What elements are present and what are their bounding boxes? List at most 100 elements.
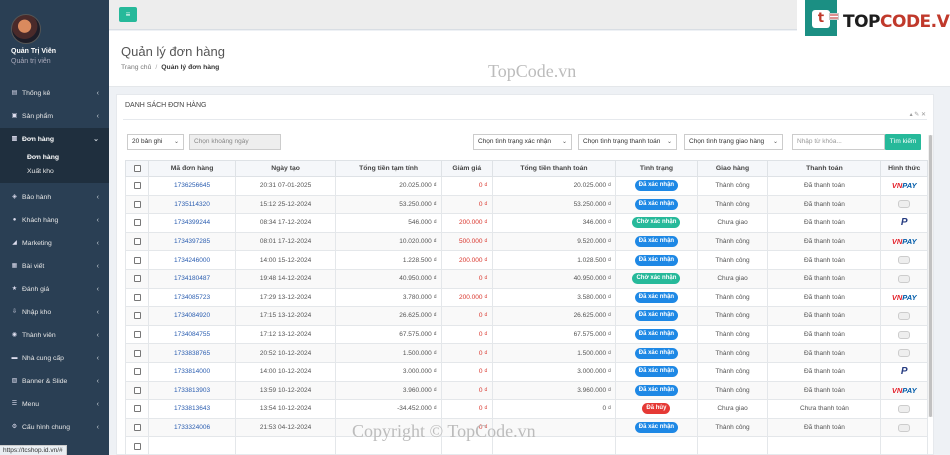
row-checkbox[interactable] [133, 423, 141, 431]
order-code-link[interactable]: 1734084920 [148, 306, 236, 326]
column-header[interactable]: Giao hàng [696, 160, 769, 177]
column-header[interactable]: Giảm giá [440, 160, 493, 177]
order-code-link[interactable]: 1733838765 [148, 343, 236, 363]
row-select-cell [124, 399, 150, 419]
sidebar-item[interactable]: ▥ Đơn hàng ⌄ [0, 128, 109, 151]
scrollbar-thumb[interactable] [929, 135, 932, 417]
sidebar-item[interactable]: ▦ Bài viết ‹ [0, 255, 109, 278]
table-row[interactable]: 1733324006 21:53 04-12-2024 0 ₫ Đã xác nhận… [124, 417, 928, 438]
row-checkbox[interactable] [133, 349, 141, 357]
row-checkbox[interactable] [133, 237, 141, 245]
column-header[interactable]: Hình thức [880, 160, 928, 177]
sidebar-item[interactable]: ☰ Menu ‹ [0, 393, 109, 416]
table-row[interactable]: 1734246000 14:00 15-12-2024 1.228.500 ₫ 200… [124, 250, 928, 270]
order-code-link[interactable]: 1733813643 [148, 399, 236, 419]
per-page-select[interactable]: 20 bản ghi ⌄ [127, 134, 184, 150]
row-checkbox[interactable] [133, 219, 141, 227]
order-code-link[interactable]: 1734246000 [148, 250, 236, 270]
order-code-link[interactable]: 1734397285 [148, 231, 236, 252]
order-code-link[interactable]: 1736256645 [148, 176, 236, 196]
row-checkbox[interactable] [133, 293, 141, 301]
table-row[interactable]: 1733814000 14:00 10-12-2024 3.000.000 ₫ 0 ₫… [124, 361, 928, 382]
menu-toggle-button[interactable]: ≡ [119, 7, 137, 22]
table-row[interactable] [124, 436, 928, 455]
table-row[interactable]: 1734085723 17:29 13-12-2024 3.780.000 ₫ 200… [124, 287, 928, 308]
order-code-link[interactable]: 1734399244 [148, 213, 236, 233]
status-badge[interactable]: Đã xác nhận [634, 422, 679, 434]
order-code-link[interactable]: 1733814000 [148, 361, 236, 382]
sidebar-item[interactable]: ▬ Nhà cung cấp ‹ [0, 347, 109, 370]
sidebar-item[interactable]: ▧ Banner & Slide ‹ [0, 370, 109, 393]
order-code-link[interactable] [148, 436, 236, 455]
table-row[interactable]: 1736256645 20:31 07-01-2025 20.025.000 ₫ 0 … [124, 176, 928, 196]
column-header[interactable]: Thanh toán [767, 160, 882, 177]
keyword-search-input[interactable]: Nhập từ khóa... [792, 134, 885, 150]
confirm-status-select[interactable]: Chọn tình trạng xác nhận ⌄ [473, 134, 572, 150]
sidebar-item[interactable]: ⚙ Cấu hình chung ‹ [0, 416, 109, 439]
status-badge[interactable]: Đã xác nhận [634, 384, 679, 396]
status-badge[interactable]: Đã hủy [642, 403, 671, 415]
order-code-link[interactable]: 1733813903 [148, 380, 236, 401]
scrollbar[interactable] [928, 135, 933, 417]
row-checkbox[interactable] [133, 405, 141, 413]
submenu-item[interactable]: Xuất kho [0, 165, 109, 179]
status-badge[interactable]: Đã xác nhận [634, 254, 679, 266]
status-badge[interactable]: Đã xác nhận [634, 198, 679, 210]
order-code-link[interactable]: 1735114320 [148, 194, 236, 215]
column-header[interactable]: Ngày tạo [234, 160, 337, 177]
row-checkbox[interactable] [133, 275, 141, 283]
status-badge[interactable]: Đã xác nhận [634, 180, 679, 192]
search-button[interactable]: Tìm kiếm [885, 134, 921, 150]
table-row[interactable]: 1735114320 15:12 25-12-2024 53.250.000 ₫ 0 … [124, 194, 928, 215]
table-row[interactable]: 1733813643 13:54 10-12-2024 -34.452.000 ₫ 0… [124, 399, 928, 419]
sidebar-item[interactable]: ◈ Bảo hành ‹ [0, 186, 109, 209]
status-badge[interactable]: Chờ xác nhận [632, 273, 681, 285]
order-code-link[interactable]: 1734085723 [148, 287, 236, 308]
table-row[interactable]: 1733838765 20:52 10-12-2024 1.500.000 ₫ 0 ₫… [124, 343, 928, 363]
row-checkbox[interactable] [133, 386, 141, 394]
breadcrumb-home[interactable]: Trang chủ [121, 64, 151, 71]
row-checkbox[interactable] [133, 200, 141, 208]
status-badge[interactable]: Đã xác nhận [634, 329, 679, 341]
row-checkbox[interactable] [133, 312, 141, 320]
table-row[interactable]: 1733813903 13:59 10-12-2024 3.960.000 ₫ 0 ₫… [124, 380, 928, 401]
sidebar-item[interactable]: ◉ Thành viên ‹ [0, 324, 109, 347]
order-code-link[interactable]: 1734180487 [148, 268, 236, 289]
sidebar-item[interactable]: ▤ Thống kê ‹ [0, 82, 109, 105]
column-header[interactable]: Tổng tiền thanh toán [491, 160, 617, 177]
flag-icon[interactable] [829, 13, 839, 20]
sidebar-item[interactable]: ★ Đánh giá ‹ [0, 278, 109, 301]
row-checkbox[interactable] [133, 256, 141, 264]
table-row[interactable]: 1734399244 08:34 17-12-2024 546.000 ₫ 200.0… [124, 213, 928, 233]
column-header[interactable]: Tổng tiền tạm tính [335, 160, 442, 177]
date-range-input[interactable]: Chọn khoảng ngày [189, 134, 281, 150]
order-code-link[interactable]: 1734084755 [148, 324, 236, 345]
delivery-status-select[interactable]: Chọn tình trạng giao hàng ⌄ [684, 134, 783, 150]
column-header[interactable]: Mã đơn hàng [148, 160, 236, 177]
row-checkbox[interactable] [133, 368, 141, 376]
status-badge[interactable]: Đã xác nhận [634, 347, 679, 359]
sidebar-item[interactable]: ⇩ Nhập kho ‹ [0, 301, 109, 324]
table-row[interactable]: 1734180487 19:48 14-12-2024 40.950.000 ₫ 0 … [124, 268, 928, 289]
table-row[interactable]: 1734397285 08:01 17-12-2024 10.020.000 ₫ 50… [124, 231, 928, 252]
status-badge[interactable]: Đã xác nhận [634, 366, 679, 378]
status-badge[interactable]: Chờ xác nhận [632, 217, 681, 229]
panel-tools[interactable]: ▴ ✎ ✕ [910, 111, 926, 118]
row-checkbox[interactable] [133, 442, 141, 450]
sidebar-item[interactable]: ● Khách hàng ‹ [0, 209, 109, 232]
table-row[interactable]: 1734084755 17:12 13-12-2024 67.575.000 ₫ 0 … [124, 324, 928, 345]
column-header[interactable]: Tình trạng [615, 160, 698, 177]
row-checkbox[interactable] [133, 330, 141, 338]
sidebar-item[interactable]: ◢ Marketing ‹ [0, 232, 109, 255]
payment-status-select[interactable]: Chọn tình trạng thanh toán ⌄ [578, 134, 677, 150]
table-row[interactable]: 1734084920 17:15 13-12-2024 26.625.000 ₫ 0 … [124, 306, 928, 326]
status-badge[interactable]: Đã xác nhận [634, 310, 679, 322]
submenu-item[interactable]: Đơn hàng [0, 151, 109, 165]
status-badge[interactable]: Đã xác nhận [634, 236, 679, 248]
status-badge[interactable]: Đã xác nhận [634, 291, 679, 303]
order-code-link[interactable]: 1733324006 [148, 417, 236, 438]
select-all-checkbox[interactable] [133, 164, 141, 172]
row-checkbox[interactable] [133, 182, 141, 190]
sidebar-item[interactable]: ▣ Sản phẩm ‹ [0, 105, 109, 128]
avatar[interactable] [11, 14, 41, 44]
